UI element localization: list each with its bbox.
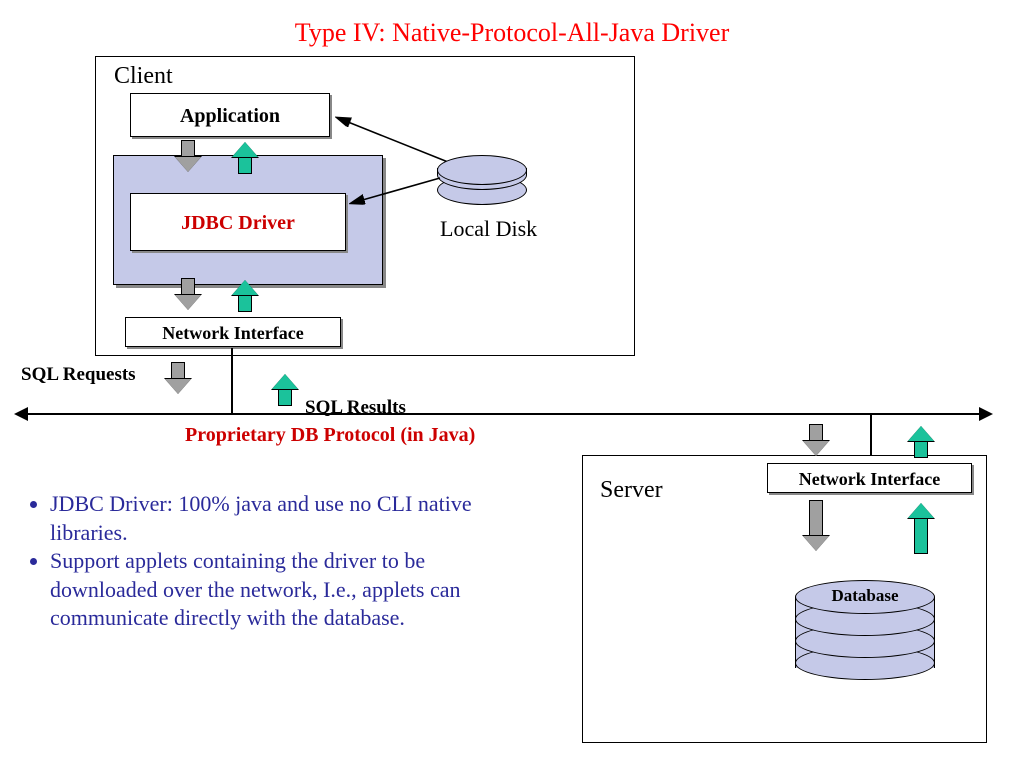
application-box: Application: [130, 93, 330, 137]
client-connector-line: [231, 348, 233, 414]
arrow-up-icon: [908, 500, 934, 554]
arrow-down-icon: [175, 278, 201, 312]
arrow-down-icon: [165, 362, 191, 396]
arrow-down-icon: [803, 500, 829, 554]
sql-requests-label: SQL Requests: [21, 364, 136, 386]
arrow-down-icon: [175, 140, 201, 174]
protocol-label: Proprietary DB Protocol (in Java): [185, 424, 475, 447]
database-label: Database: [795, 586, 935, 606]
sql-results-label: SQL Results: [305, 397, 406, 419]
database-icon: Database: [795, 580, 935, 690]
arrow-up-icon: [272, 372, 298, 406]
client-network-interface-box: Network Interface: [125, 317, 341, 347]
arrow-up-icon: [232, 140, 258, 174]
arrow-down-icon: [803, 424, 829, 458]
protocol-line: [16, 413, 991, 415]
bullet-item: JDBC Driver: 100% java and use no CLI na…: [50, 490, 516, 547]
local-disk-label: Local Disk: [440, 216, 537, 242]
description-bullets: JDBC Driver: 100% java and use no CLI na…: [36, 490, 516, 633]
arrow-up-icon: [232, 278, 258, 312]
arrow-up-icon: [908, 424, 934, 458]
client-label: Client: [114, 63, 173, 90]
jdbc-driver-box: JDBC Driver: [130, 193, 346, 251]
disk-arrow-icon: [320, 100, 460, 210]
server-label: Server: [600, 477, 663, 504]
server-network-interface-box: Network Interface: [767, 463, 972, 493]
bullet-item: Support applets containing the driver to…: [50, 547, 516, 633]
diagram-title: Type IV: Native-Protocol-All-Java Driver: [0, 18, 1024, 48]
